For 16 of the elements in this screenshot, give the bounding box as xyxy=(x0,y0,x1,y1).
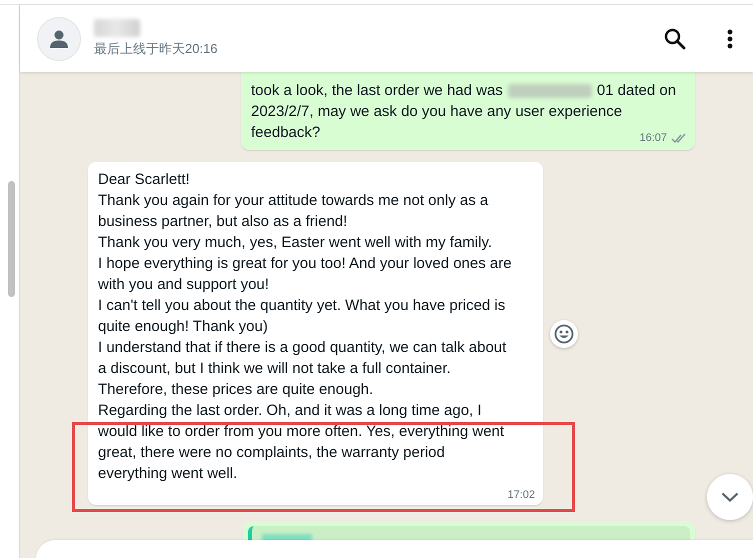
contact-avatar[interactable] xyxy=(37,16,81,60)
scroll-down-button[interactable] xyxy=(707,474,753,520)
message-text: 2023/2/7, may we ask do you have any user experience feedback? xyxy=(251,102,624,143)
scrollbar-thumb[interactable] xyxy=(8,181,15,297)
last-seen-status: 最后上线于昨天20:16 xyxy=(94,40,219,58)
menu-icon[interactable] xyxy=(727,28,733,48)
search-icon[interactable] xyxy=(664,28,686,50)
smiley-icon xyxy=(554,324,574,344)
message-text: 01 dated on xyxy=(596,81,676,101)
message-time: 16:07 xyxy=(639,131,667,145)
redacted-contact-name xyxy=(94,19,140,37)
emoji-reaction-button[interactable] xyxy=(550,320,578,348)
message-text: Dear Scarlett! Thank you again for your attitude towards me not only as a business partner, but also as a friend! Thank you very much, yes, Easter went well with my family. I hope everything is great for you too! And your loved ones are with you and support you! I can't tell you about the quantity yet. What you have priced is quite enough! Thank you) I understand that if there is a good quantity, we can talk about a discount, but I think we will not take a full container. Therefore, these prices are quite enough. Regarding the last order. Oh, and it was a long time ago, I would like to order from you more often. Yes, everything went great, there were no complaints, the warranty period everything went well. xyxy=(98,170,513,484)
message-text: took a look, the last order we had was xyxy=(251,81,503,101)
chevron-down-icon xyxy=(721,492,739,502)
message-time: 17:02 xyxy=(507,488,535,502)
